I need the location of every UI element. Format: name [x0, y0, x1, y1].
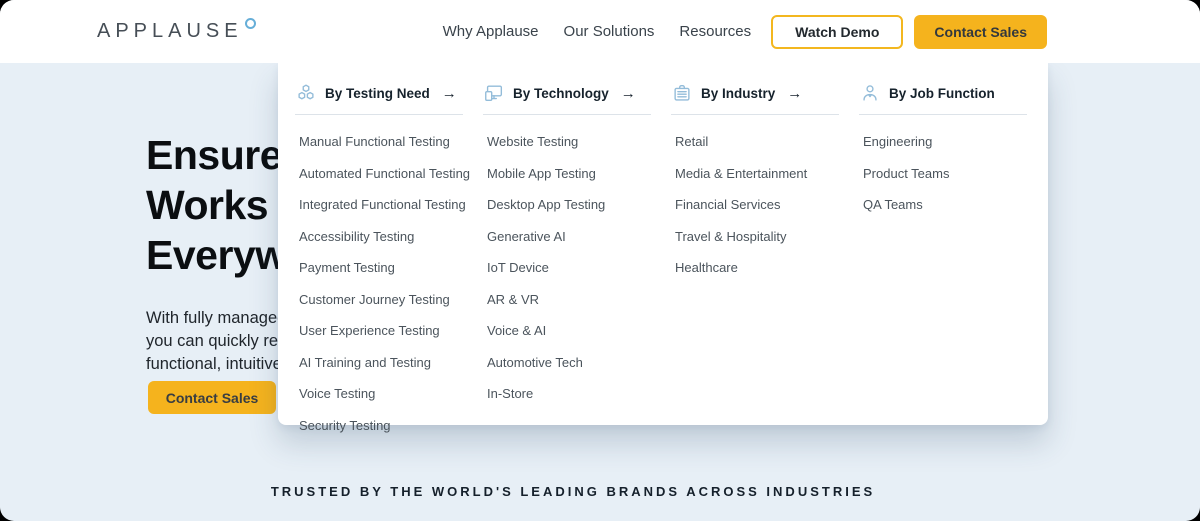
- nav-our-solutions[interactable]: Our Solutions: [564, 23, 655, 40]
- menu-item[interactable]: Media & Entertainment: [675, 166, 859, 181]
- nav-resources[interactable]: Resources: [679, 23, 751, 40]
- hero-section: Ensure Works Everyw With fully managed y…: [146, 130, 287, 376]
- menu-item[interactable]: IoT Device: [487, 260, 671, 275]
- menu-item[interactable]: User Experience Testing: [299, 323, 483, 338]
- menu-item[interactable]: Engineering: [863, 134, 1047, 149]
- menu-item[interactable]: Accessibility Testing: [299, 229, 483, 244]
- nav-links: Why Applause Our Solutions Resources Wat…: [443, 15, 1047, 49]
- column-header-industry[interactable]: By Industry →: [671, 78, 839, 115]
- arrow-right-icon: →: [442, 85, 457, 102]
- column-header-job-function[interactable]: By Job Function: [859, 78, 1027, 115]
- menu-item[interactable]: AR & VR: [487, 292, 671, 307]
- menu-column-industry: By Industry → Retail Media & Entertainme…: [671, 78, 859, 425]
- cubes-icon: [295, 82, 317, 104]
- menu-item[interactable]: Mobile App Testing: [487, 166, 671, 181]
- menu-item[interactable]: QA Teams: [863, 197, 1047, 212]
- menu-item[interactable]: Generative AI: [487, 229, 671, 244]
- menu-column-job-function: By Job Function Engineering Product Team…: [859, 78, 1047, 425]
- menu-item[interactable]: Payment Testing: [299, 260, 483, 275]
- industry-list: Retail Media & Entertainment Financial S…: [675, 134, 859, 275]
- menu-item[interactable]: AI Training and Testing: [299, 355, 483, 370]
- menu-item[interactable]: Travel & Hospitality: [675, 229, 859, 244]
- menu-item[interactable]: Product Teams: [863, 166, 1047, 181]
- menu-column-testing-need: By Testing Need → Manual Functional Test…: [295, 78, 483, 425]
- arrow-right-icon: →: [787, 85, 802, 102]
- menu-item[interactable]: Automotive Tech: [487, 355, 671, 370]
- menu-item[interactable]: Retail: [675, 134, 859, 149]
- hero-headline: Ensure Works Everyw: [146, 130, 287, 280]
- menu-item[interactable]: Security Testing: [299, 418, 483, 433]
- hero-headline-line: Everyw: [146, 230, 287, 280]
- hero-headline-line: Ensure: [146, 130, 287, 180]
- menu-item[interactable]: Customer Journey Testing: [299, 292, 483, 307]
- hero-paragraph: With fully managed you can quickly rel f…: [146, 307, 287, 376]
- technology-list: Website Testing Mobile App Testing Deskt…: [487, 134, 671, 401]
- nav-why-applause[interactable]: Why Applause: [443, 23, 539, 40]
- logo-circle-icon: [245, 18, 256, 29]
- briefcase-icon: [671, 82, 693, 104]
- menu-item[interactable]: In-Store: [487, 386, 671, 401]
- arrow-right-icon: →: [621, 85, 636, 102]
- menu-item[interactable]: Voice Testing: [299, 386, 483, 401]
- menu-item[interactable]: Financial Services: [675, 197, 859, 212]
- column-header-technology[interactable]: By Technology →: [483, 78, 651, 115]
- menu-column-technology: By Technology → Website Testing Mobile A…: [483, 78, 671, 425]
- hero-contact-sales-button[interactable]: Contact Sales: [148, 381, 276, 414]
- applause-logo[interactable]: APPLAUSE: [97, 20, 256, 43]
- top-navigation-bar: APPLAUSE Why Applause Our Solutions Reso…: [0, 0, 1200, 63]
- trust-bar-text: TRUSTED BY THE WORLD'S LEADING BRANDS AC…: [0, 484, 1146, 499]
- menu-item[interactable]: Automated Functional Testing: [299, 166, 483, 181]
- menu-item[interactable]: Manual Functional Testing: [299, 134, 483, 149]
- menu-item[interactable]: Desktop App Testing: [487, 197, 671, 212]
- testing-need-list: Manual Functional Testing Automated Func…: [299, 134, 483, 433]
- menu-item[interactable]: Integrated Functional Testing: [299, 197, 483, 212]
- page-frame: Ensure Works Everyw With fully managed y…: [0, 0, 1200, 521]
- devices-icon: [483, 82, 505, 104]
- column-header-testing-need[interactable]: By Testing Need →: [295, 78, 463, 115]
- job-function-list: Engineering Product Teams QA Teams: [863, 134, 1047, 212]
- solutions-mega-menu: By Testing Need → Manual Functional Test…: [278, 63, 1048, 425]
- menu-item[interactable]: Website Testing: [487, 134, 671, 149]
- person-icon: [859, 82, 881, 104]
- watch-demo-button[interactable]: Watch Demo: [771, 15, 903, 49]
- hero-headline-line: Works: [146, 180, 287, 230]
- contact-sales-button[interactable]: Contact Sales: [914, 15, 1047, 49]
- menu-item[interactable]: Healthcare: [675, 260, 859, 275]
- menu-item[interactable]: Voice & AI: [487, 323, 671, 338]
